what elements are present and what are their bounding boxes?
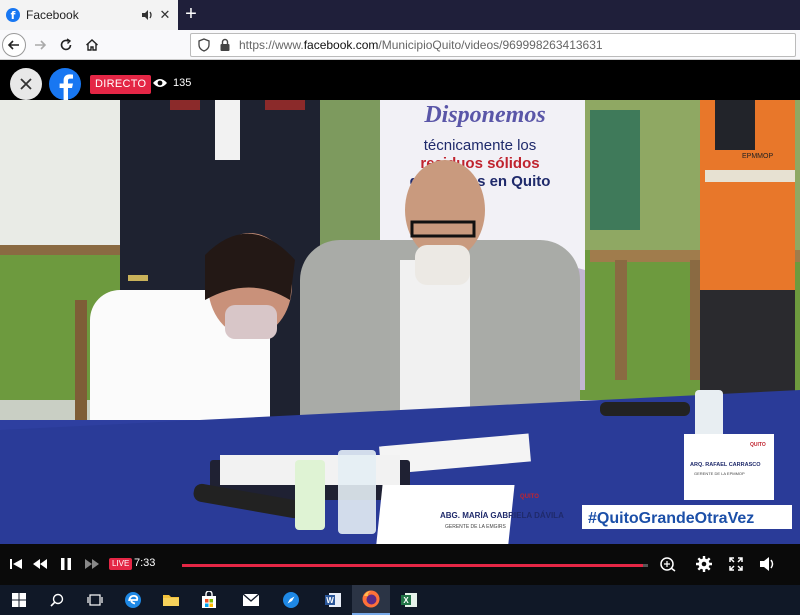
player-controls: LIVE 7:33 bbox=[0, 544, 800, 585]
pause-icon bbox=[61, 558, 71, 570]
card-front-role: GERENTE DE LA EMGIRS bbox=[445, 524, 507, 530]
tab-close-icon[interactable]: ✕ bbox=[158, 7, 172, 22]
new-tab-button[interactable]: + bbox=[180, 4, 202, 26]
svg-text:W: W bbox=[326, 596, 334, 605]
navigation-bar: https://www.facebook.com/MunicipioQuito/… bbox=[0, 30, 800, 60]
live-badge: DIRECTO bbox=[90, 75, 152, 94]
home-icon bbox=[86, 39, 98, 51]
taskbar-mail[interactable] bbox=[232, 585, 270, 615]
card-front-name: ABG. MARÍA GABRIELA DÁVILA bbox=[440, 511, 564, 520]
skip-back-button[interactable] bbox=[6, 554, 26, 574]
video-frame[interactable]: Disponemos técnicamente los residuos sól… bbox=[0, 100, 800, 544]
volume-button[interactable] bbox=[758, 554, 778, 574]
tab-facebook[interactable]: f Facebook ✕ bbox=[0, 0, 178, 30]
captions-icon bbox=[660, 557, 676, 572]
screen: f Facebook ✕ + https://www.facebook.com/… bbox=[0, 0, 800, 615]
forward-button[interactable] bbox=[28, 33, 52, 57]
card-back-role: GERENTE DE LA EPMMOP bbox=[694, 471, 745, 476]
reload-button[interactable] bbox=[54, 33, 78, 57]
viewer-count: 135 bbox=[152, 77, 191, 89]
url-domain: facebook.com bbox=[303, 38, 379, 52]
card-back-name: ARQ. RAFAEL CARRASCO bbox=[690, 462, 761, 468]
taskbar-excel[interactable]: X bbox=[390, 585, 428, 615]
facebook-icon bbox=[59, 74, 73, 100]
url-path: /MunicipioQuito/videos/969998263413631 bbox=[378, 38, 603, 52]
reload-icon bbox=[60, 38, 72, 51]
card-back-tag: QUITO bbox=[750, 442, 766, 448]
arrow-left-icon bbox=[7, 40, 19, 50]
lock-icon[interactable] bbox=[219, 38, 231, 52]
compass-icon bbox=[283, 592, 299, 608]
facebook-logo[interactable] bbox=[49, 68, 81, 100]
rewind-button[interactable] bbox=[30, 554, 50, 574]
taskbar-word[interactable]: W bbox=[314, 585, 352, 615]
arrow-right-icon bbox=[35, 40, 47, 50]
settings-button[interactable] bbox=[694, 554, 714, 574]
task-view-icon bbox=[87, 594, 103, 606]
firefox-icon bbox=[362, 590, 380, 608]
player-header: DIRECTO 135 bbox=[0, 60, 800, 100]
start-button[interactable] bbox=[0, 585, 38, 615]
video-player: DIRECTO 135 Disponemos técnicamente los … bbox=[0, 60, 800, 585]
taskbar-maps[interactable] bbox=[272, 585, 310, 615]
url-text[interactable]: https://www.facebook.com/MunicipioQuito/… bbox=[239, 38, 603, 52]
close-icon bbox=[20, 78, 32, 90]
taskbar-store[interactable] bbox=[190, 585, 228, 615]
store-icon bbox=[202, 591, 216, 608]
tab-strip: f Facebook ✕ + bbox=[0, 0, 800, 30]
taskbar-edge[interactable] bbox=[114, 585, 152, 615]
taskbar-file-explorer[interactable] bbox=[152, 585, 190, 615]
speaker-icon[interactable] bbox=[140, 8, 154, 22]
tab-title: Facebook bbox=[26, 8, 79, 22]
folder-icon bbox=[163, 595, 179, 606]
time-display: 7:33 bbox=[134, 557, 156, 569]
back-button[interactable] bbox=[2, 33, 26, 57]
excel-icon: X bbox=[401, 593, 417, 607]
svg-text:X: X bbox=[403, 596, 409, 605]
skip-back-icon bbox=[10, 559, 22, 569]
gear-icon bbox=[696, 556, 712, 572]
live-indicator[interactable]: LIVE bbox=[109, 558, 133, 570]
banner-line-1: Disponemos bbox=[423, 102, 545, 128]
search-icon bbox=[50, 593, 64, 607]
card-front-tag: QUITO bbox=[520, 494, 539, 500]
edge-icon bbox=[125, 592, 141, 608]
progress-bar[interactable] bbox=[182, 564, 648, 567]
volume-icon bbox=[760, 557, 774, 571]
vest-label: EPMMOP bbox=[742, 153, 773, 160]
address-bar[interactable]: https://www.facebook.com/MunicipioQuito/… bbox=[190, 33, 796, 57]
word-icon: W bbox=[325, 593, 341, 607]
taskbar-firefox[interactable] bbox=[352, 585, 390, 615]
search-button[interactable] bbox=[38, 585, 76, 615]
hashtag-text: #QuitoGrandeOtraVez bbox=[588, 510, 754, 527]
fast-forward-button[interactable] bbox=[82, 554, 102, 574]
progress-fill bbox=[182, 564, 644, 567]
captions-button[interactable] bbox=[658, 554, 678, 574]
video-scene: Disponemos técnicamente los residuos sól… bbox=[0, 100, 800, 544]
eye-icon bbox=[153, 79, 167, 87]
rewind-icon bbox=[33, 559, 47, 569]
url-prefix: https://www. bbox=[239, 38, 304, 52]
fullscreen-button[interactable] bbox=[726, 554, 746, 574]
banner-line-2: técnicamente los bbox=[424, 137, 537, 154]
home-button[interactable] bbox=[80, 33, 104, 57]
windows-icon bbox=[12, 593, 26, 607]
shield-icon[interactable] bbox=[197, 38, 211, 52]
task-view-button[interactable] bbox=[76, 585, 114, 615]
viewer-count-number: 135 bbox=[173, 77, 192, 89]
facebook-favicon-icon: f bbox=[6, 8, 20, 22]
pause-button[interactable] bbox=[56, 554, 76, 574]
taskbar: W X bbox=[0, 585, 800, 615]
fullscreen-icon bbox=[729, 557, 743, 571]
close-video-button[interactable] bbox=[10, 68, 42, 100]
fast-forward-icon bbox=[85, 559, 99, 569]
mail-icon bbox=[242, 593, 260, 606]
